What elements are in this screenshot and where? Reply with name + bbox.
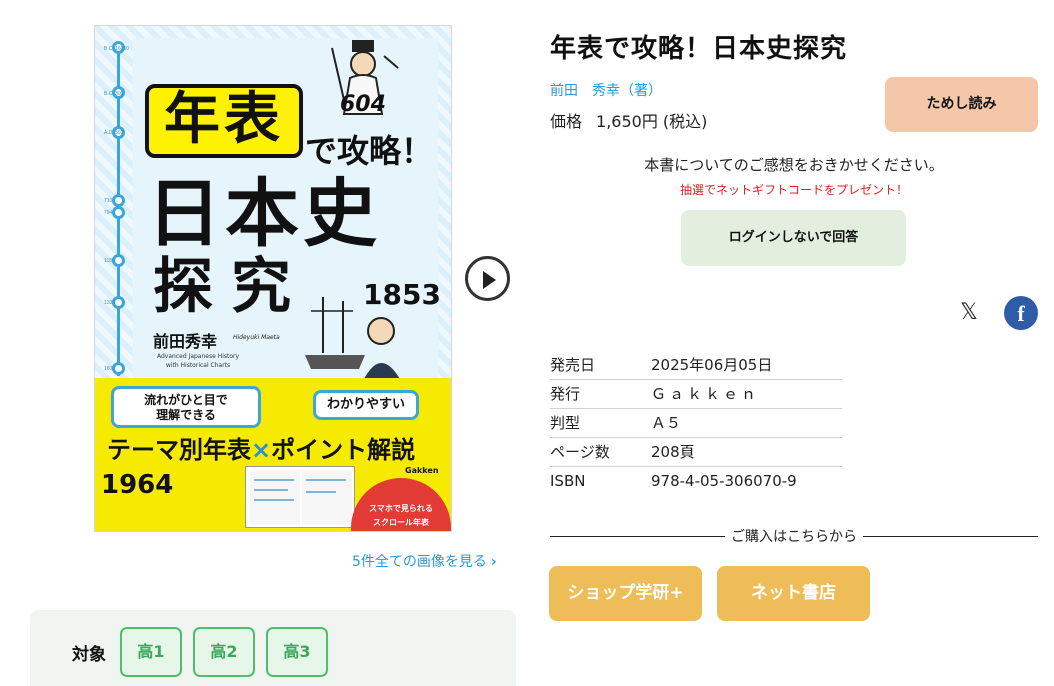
timeline-year: 1336 xyxy=(104,300,116,306)
spec-value: Ａ５ xyxy=(651,408,842,438)
see-all-label: 5件全ての画像を見る xyxy=(352,554,487,570)
cover-red-circle-badge: スマホで見られる スクロール年表 つき xyxy=(351,478,451,531)
cover-gakken-logo: Gakken xyxy=(405,466,439,475)
cover-sample-pages xyxy=(245,466,355,528)
spec-value: 208頁 xyxy=(651,437,842,467)
table-row: 発行 Ｇａｋｋｅｎ xyxy=(550,379,842,409)
spec-value: 978-4-05-306070-9 xyxy=(651,471,797,490)
cover-bottom-band: 流れがひと目で 理解できる わかりやすい テーマ別年表×ポイント解説 1964 … xyxy=(95,378,451,531)
spec-value: 2025年06月05日 xyxy=(651,350,842,380)
facebook-icon[interactable]: f xyxy=(1004,296,1038,330)
see-all-images-link[interactable]: 5件全ての画像を見る › xyxy=(352,551,497,571)
spec-key: 判型 xyxy=(550,408,651,438)
spec-key: 発売日 xyxy=(550,350,651,380)
try-reading-button[interactable]: ためし読み xyxy=(885,77,1038,132)
net-store-button[interactable]: ネット書店 xyxy=(717,566,870,621)
chevron-right-icon: › xyxy=(490,554,497,570)
cover-author-en: Hideyuki Maeta xyxy=(233,334,280,341)
timeline-year: B.C. 16000 xyxy=(104,46,130,52)
grade-tag-3[interactable]: 高3 xyxy=(266,627,328,677)
play-triangle-icon xyxy=(483,271,496,289)
spec-table: 発売日 2025年06月05日 発行 Ｇａｋｋｅｎ 判型 Ａ５ ページ数 208… xyxy=(550,350,842,495)
cover-theme-line: テーマ別年表×ポイント解説 xyxy=(107,430,415,465)
feedback-prompt: 本書についてのご感想をおきかせください。 xyxy=(644,156,944,174)
target-label: 対象 xyxy=(72,645,106,665)
cover-title-tankyu: 探究 xyxy=(153,252,309,322)
cover-theme-x: × xyxy=(251,436,272,464)
shop-gakken-button[interactable]: ショップ学研+ xyxy=(549,566,702,621)
book-cover-image[interactable]: B.C. 16000 B.C. 300 A.D. 593 710 794 118… xyxy=(94,25,452,532)
table-row: 判型 Ａ５ xyxy=(550,408,842,438)
timeline-year: 710 xyxy=(104,198,113,204)
purchase-heading-label: ご購入はこちらから xyxy=(725,529,863,545)
grade-tag-1[interactable]: 高1 xyxy=(120,627,182,677)
cover-title-nihonshi: 日本史 xyxy=(147,171,381,257)
cover-de-kouryaku: で攻略！ xyxy=(305,132,434,170)
cover-english-title: Advanced Japanese History with Historica… xyxy=(157,353,240,369)
cover-theme-part2: ポイント解説 xyxy=(271,436,416,464)
gift-code-note: 抽選でネットギフトコードをプレゼント！ xyxy=(679,183,908,197)
cover-nenpyo-box: 年表 xyxy=(145,84,303,158)
cover-author-jp: 前田秀幸 xyxy=(153,332,218,351)
table-row: ISBN 978-4-05-306070-9 xyxy=(550,466,842,495)
ship-illustration xyxy=(305,297,401,381)
cover-year-1964: 1964 xyxy=(101,470,174,500)
spec-key: 発行 xyxy=(550,379,651,409)
spec-value: Ｇａｋｋｅｎ xyxy=(651,379,842,409)
cover-bubble-left: 流れがひと目で 理解できる xyxy=(111,386,261,428)
timeline-year: 1600 xyxy=(104,366,116,372)
purchase-heading: ご購入はこちらから xyxy=(550,526,1038,546)
price-label: 価格 xyxy=(550,112,583,131)
table-row: 発売日 2025年06月05日 xyxy=(550,350,842,380)
price-value: 1,650円 (税込) xyxy=(596,112,708,131)
x-logo-icon[interactable]: 𝕏 xyxy=(955,299,983,327)
play-circle-icon[interactable] xyxy=(465,256,510,301)
timeline-year: 794 xyxy=(104,210,113,216)
answer-without-login-button[interactable]: ログインしないで回答 xyxy=(681,210,906,266)
book-title: 年表で攻略！日本史探究 xyxy=(550,34,848,64)
spec-key: ISBN xyxy=(550,471,586,490)
author-link[interactable]: 前田 秀幸（著） xyxy=(550,80,662,100)
table-row: ページ数 208頁 xyxy=(550,437,842,467)
spec-key: ページ数 xyxy=(550,437,651,467)
purchase-heading-text: ご購入はこちらから xyxy=(550,526,1038,546)
timeline-year: A.D. 593 xyxy=(104,130,124,136)
price: 価格 1,650円 (税込) xyxy=(550,108,707,132)
cover-bubble-right: わかりやすい xyxy=(313,390,419,420)
timeline-year: 1185 xyxy=(104,258,115,264)
cover-theme-part1: テーマ別年表 xyxy=(107,436,251,464)
cover-year-604: 604 xyxy=(340,92,386,117)
timeline-year: B.C. 300 xyxy=(104,91,124,97)
target-audience-box: 対象 高1 高2 高3 xyxy=(30,610,516,686)
grade-tag-2[interactable]: 高2 xyxy=(193,627,255,677)
timeline-dot xyxy=(112,206,125,219)
